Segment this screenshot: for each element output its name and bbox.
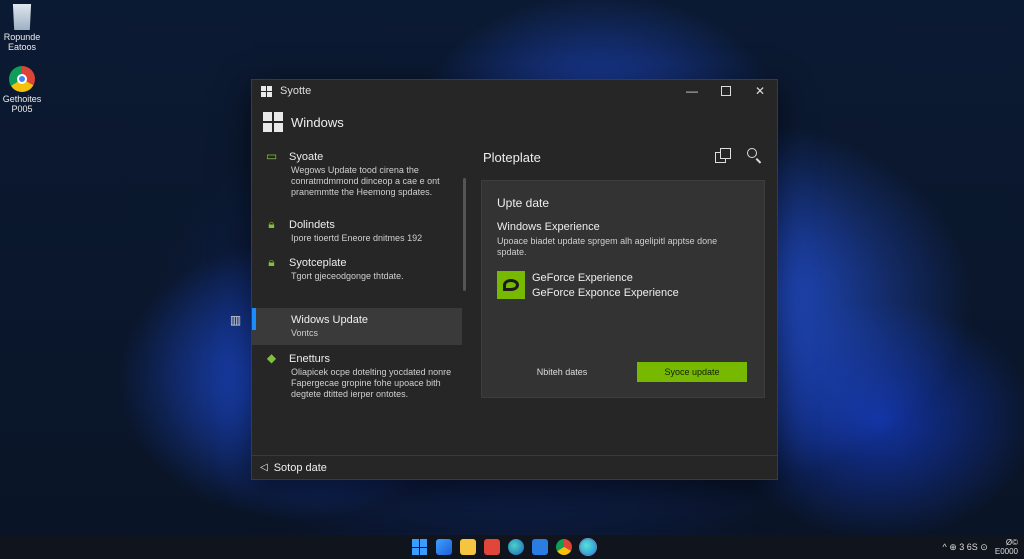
clock[interactable]: Ø© E0000 <box>995 538 1018 556</box>
store-icon[interactable] <box>484 539 500 555</box>
card-subtitle: Windows Experience <box>497 221 600 233</box>
snap-layout-icon[interactable] <box>715 148 731 164</box>
settings-window: Syotte — ✕ Windows ▭ Syoate Wegows Updat… <box>230 79 778 480</box>
desktop-icon-chrome[interactable]: Gethoites P005 <box>2 66 42 114</box>
sidebar-item-title: Widows Update <box>291 314 369 326</box>
main-toolbar <box>715 148 763 164</box>
sidebar-item-windows-update[interactable]: ▥ Widows Update Vontcs <box>230 308 462 345</box>
windows-update-icon: ▥ <box>229 313 242 327</box>
start-icon[interactable] <box>412 539 428 555</box>
windows-logo-icon <box>261 85 272 97</box>
taskbar-apps <box>412 538 597 556</box>
sidebar-item-title: Syoate <box>289 150 324 163</box>
update-card: Upte date Windows Experience Upoace biad… <box>481 180 765 398</box>
lock-icon: 🔒︎ <box>268 255 275 269</box>
sidebar-item-desc: Vontcs <box>291 328 319 338</box>
sidebar-item-template[interactable]: 🔒︎ Syotceplate Tgort gjeceodgonge thtdat… <box>264 256 464 282</box>
edge-taskbar-icon[interactable] <box>579 538 597 556</box>
app-name-secondary: GeForce Exponce Experience <box>532 287 679 299</box>
page-title: Ploteplate <box>483 150 541 165</box>
update-button[interactable]: Syoce update <box>637 362 747 382</box>
clock-line-1: Ø© <box>1005 538 1018 547</box>
back-arrow-icon: ◁ <box>260 462 268 473</box>
maximize-icon <box>721 86 731 96</box>
edge-icon[interactable] <box>508 539 524 555</box>
app-icon[interactable] <box>532 539 548 555</box>
footer-label: Sotop date <box>273 461 327 474</box>
tray-icons: ^ ⊕ 3 6S ⊙ <box>942 541 988 552</box>
sidebar-item-desc: Wegows Update tood cirena the conratmdmm… <box>291 165 440 197</box>
recycle-bin-icon <box>12 4 32 30</box>
desktop-icon-label: Gethoites <box>2 94 42 104</box>
windows-logo-icon <box>263 112 283 132</box>
lock-icon: 🔒︎ <box>268 217 275 231</box>
sidebar-item-system[interactable]: ▭ Syoate Wegows Update tood cirena the c… <box>264 150 464 198</box>
desktop-icon-label: Ropunde <box>3 32 41 42</box>
sidebar-item-title: Syotceplate <box>289 256 347 269</box>
app-name: GeForce Experience <box>532 272 633 284</box>
sidebar-item-features[interactable]: ◆ Enetturs Oliapicek ocpe dotelting yocd… <box>264 352 464 400</box>
minimize-button[interactable]: — <box>675 80 709 102</box>
system-tray[interactable]: ^ ⊕ 3 6S ⊙ Ø© E0000 <box>943 538 1018 556</box>
monitor-icon: ▭ <box>265 149 278 163</box>
sidebar-scrollbar[interactable] <box>463 178 466 291</box>
desktop-icon-recycle-bin[interactable]: Ropunde Eatoos <box>2 4 42 52</box>
header-title: Windows <box>291 114 344 130</box>
secondary-button[interactable]: Nbiteh dates <box>522 362 602 382</box>
maximize-button[interactable] <box>709 80 743 102</box>
sidebar-item-devices[interactable]: 🔒︎ Dolindets Ipore tioertd Eneore dnitme… <box>264 218 464 244</box>
window-footer[interactable]: ◁ Sotop date <box>252 455 777 479</box>
tag-icon: ◆ <box>266 351 277 365</box>
close-button[interactable]: ✕ <box>743 80 777 102</box>
window-header: Windows <box>252 102 777 142</box>
card-title: Upte date <box>497 196 550 210</box>
taskbar: ^ ⊕ 3 6S ⊙ Ø© E0000 <box>0 535 1024 559</box>
search-icon[interactable] <box>747 148 763 164</box>
file-explorer-icon[interactable] <box>460 539 476 555</box>
sidebar-item-title: Dolindets <box>289 218 335 231</box>
chrome-icon <box>9 66 35 92</box>
gallery-icon[interactable] <box>436 539 452 555</box>
card-description: Upoace biadet update sprgem alh agelipit… <box>497 236 718 257</box>
window-title: Syotte <box>280 85 312 97</box>
sidebar-item-desc: Tgort gjeceodgonge thtdate. <box>291 271 404 281</box>
sidebar: ▭ Syoate Wegows Update tood cirena the c… <box>230 142 464 449</box>
sidebar-item-desc: Oliapicek ocpe dotelting yocdated nonre … <box>291 367 452 399</box>
clock-line-2: E0000 <box>994 547 1018 556</box>
nvidia-icon <box>497 271 525 299</box>
sidebar-item-desc: Ipore tioertd Eneore dnitmes 192 <box>291 233 423 243</box>
desktop-icon-label: Eatoos <box>7 42 37 52</box>
sidebar-item-title: Enetturs <box>289 352 330 365</box>
desktop-icon-label: P005 <box>11 104 33 114</box>
window-controls: — ✕ <box>675 80 777 102</box>
chrome-taskbar-icon[interactable] <box>556 539 572 555</box>
title-bar[interactable]: Syotte — ✕ <box>252 80 777 102</box>
